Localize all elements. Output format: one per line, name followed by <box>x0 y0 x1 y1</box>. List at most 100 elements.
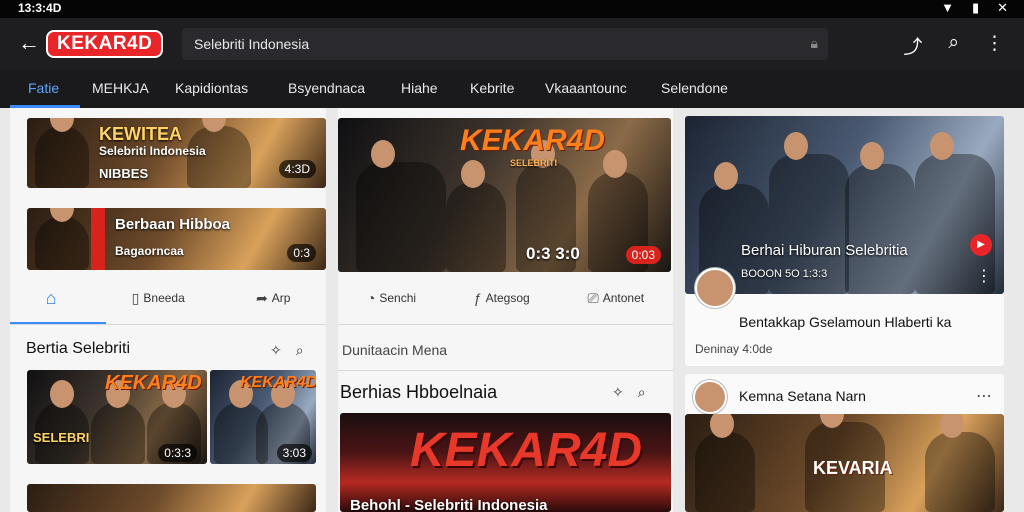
more-vert-icon[interactable]: ⋮ <box>985 32 1004 59</box>
video-duration: 4:3D <box>278 160 316 178</box>
section-actions: ✧ ⌕ <box>270 342 304 359</box>
video-duration: 0:03 <box>625 246 661 264</box>
thumb-title: Berhai Hiburan Selebritia <box>741 242 908 259</box>
thumb-meta: BOOON 5O 1:3:3 <box>741 268 828 280</box>
action-antonet[interactable]: ⎚ Antonet <box>588 290 645 307</box>
tab-5[interactable]: Kebrite <box>470 80 514 96</box>
person-image <box>925 414 995 512</box>
video-thumbnail-1[interactable]: KEWITEA Selebriti Indonesia NIBBES 4:3D <box>27 118 326 188</box>
person-image <box>845 142 915 294</box>
thumb-subtitle: SELEBRITI <box>510 158 558 168</box>
share-box-icon: ⎚ <box>587 289 599 306</box>
channel-avatar[interactable] <box>693 380 727 414</box>
tab-2[interactable]: Kapidiontas <box>175 80 248 96</box>
divider <box>338 370 673 371</box>
share-icon[interactable]: ⤴ <box>903 32 922 59</box>
search-field[interactable]: Selebriti Indonesia 🔒︎ <box>182 28 828 60</box>
search-icon[interactable]: ⌕ <box>296 342 304 359</box>
status-icons: ▼ ▮ ✕ <box>941 0 1008 16</box>
search-icon[interactable]: ⌕ <box>948 32 959 59</box>
search-text: Selebriti Indonesia <box>194 36 310 52</box>
video-duration: 0:3 <box>287 244 316 262</box>
video-thumbnail-3[interactable] <box>27 484 316 512</box>
status-time: 13:3:4D <box>18 1 62 15</box>
divider <box>10 324 326 325</box>
featured-video-thumbnail[interactable]: KEKAR4D SELEBRITI 0:3 3:0 0:03 <box>338 118 671 272</box>
section-title: Berhias Hbboelnaia <box>340 382 498 402</box>
news-thumbnail[interactable]: KEVARIA <box>685 414 1004 512</box>
video-duration: 0:3:3 <box>158 444 197 462</box>
video-thumbnail-2[interactable]: Berbaan Hibboa Bagaorncaa 0:3 <box>27 208 326 270</box>
thumb-brand: KEKAR4D <box>105 372 202 394</box>
back-arrow-icon[interactable]: ← <box>18 30 40 56</box>
app-bar: ← KEKAR4D Selebriti Indonesia 🔒︎ ⤴ ⌕ ⋮ <box>0 18 1024 70</box>
card-subcaption: Deninay 4:0de <box>695 342 773 356</box>
news-card-2[interactable]: Kemna Setana Narn ⋯ KEVARIA <box>685 374 1004 512</box>
share-icon: ➦ <box>255 289 268 306</box>
play-icon[interactable]: ▶ <box>970 234 992 256</box>
thumb-brand: KEKAR4D <box>410 424 643 477</box>
more-vert-icon[interactable]: ⋮ <box>976 266 992 286</box>
tab-3[interactable]: Bsyendnaca <box>288 80 365 96</box>
concert-video-thumbnail[interactable]: KEKAR4D Behohl - Selebriti Indonesia <box>340 413 671 512</box>
comment-icon: ◔ <box>366 290 376 306</box>
thumb-brand: KEVARIA <box>813 458 893 478</box>
thumb-title-line-1: KEWITEA <box>99 124 182 144</box>
card-caption: Bentakkap Gselamoun Hlaberti ka <box>739 314 952 330</box>
action-senchi[interactable]: ◔ Senchi <box>367 290 416 306</box>
tab-7[interactable]: Selendone <box>661 80 728 96</box>
card-title: Kemna Setana Narn <box>739 388 866 404</box>
home-icon: ⌂ <box>45 287 57 308</box>
tab-6[interactable]: Vkaaantounc <box>545 80 627 96</box>
section-title: Bertia Selebriti <box>26 340 131 357</box>
status-bar: 13:3:4D ▼ ▮ ✕ <box>0 0 1024 18</box>
thumb-title: Behohl - Selebriti Indonesia <box>350 497 548 512</box>
tab-1[interactable]: MEHKJA <box>92 80 149 96</box>
wifi-icon: ▼ <box>941 0 954 15</box>
section-actions: ✧ ⌕ <box>612 384 646 401</box>
category-tabs: Fatie MEHKJA Kapidiontas Bsyendnaca Hiah… <box>0 70 1024 108</box>
person-image <box>35 208 89 270</box>
person-image <box>695 414 755 512</box>
video-duration: 3:03 <box>276 444 312 462</box>
thumb-badge: 0:3 3:0 <box>526 244 580 263</box>
tab-4[interactable]: Hiahe <box>401 80 438 96</box>
app-bar-actions: ⤴ ⌕ ⋮ <box>903 32 1004 59</box>
feed-column-3: Berhai Hiburan Selebritia BOOON 5O 1:3:3… <box>685 108 1004 512</box>
more-horiz-icon[interactable]: ⋯ <box>976 386 992 406</box>
logo[interactable]: KEKAR4D <box>46 30 164 58</box>
divider <box>338 324 673 325</box>
person-image <box>35 118 89 188</box>
mini-thumbnail-2[interactable]: KEKAR4D 3:03 <box>210 370 316 464</box>
pin-icon[interactable]: ✧ <box>270 342 282 359</box>
thumb-brand: KEKAR4D <box>460 124 606 157</box>
person-image <box>356 140 446 272</box>
thumb-brand: KEKAR4D <box>240 374 316 391</box>
news-thumbnail[interactable]: Berhai Hiburan Selebritia BOOON 5O 1:3:3… <box>685 116 1004 294</box>
thumb-title-line-2: Selebriti Indonesia <box>99 144 206 158</box>
thumb-title-line-2: Bagaorncaa <box>115 244 184 258</box>
tab-0[interactable]: Fatie <box>28 80 59 96</box>
search-icon[interactable]: ⌕ <box>638 384 646 401</box>
pin-icon[interactable]: ✧ <box>612 384 624 401</box>
channel-avatar[interactable] <box>695 268 735 308</box>
battery-icon: ▮ <box>971 0 980 15</box>
thumb-title: SELEBRI <box>33 430 90 445</box>
thumb-title-line-3: NIBBES <box>99 166 149 181</box>
action-bar: ◔ Senchi ƒ Ategsog ⎚ Antonet <box>338 280 673 316</box>
person-image <box>446 160 506 272</box>
feed-column-1: KEWITEA Selebriti Indonesia NIBBES 4:3D … <box>10 108 326 512</box>
action-arp[interactable]: ➦ Arp <box>256 290 290 307</box>
thumb-title-line-1: Berbaan Hibboa <box>115 216 231 233</box>
action-bneeda[interactable]: ▯ Bneeda <box>132 290 185 307</box>
close-icon[interactable]: ✕ <box>997 0 1008 16</box>
home-button[interactable]: ⌂ <box>46 288 61 309</box>
news-card-1[interactable]: Berhai Hiburan Selebritia BOOON 5O 1:3:3… <box>685 116 1004 366</box>
bookmark-icon: ▯ <box>131 289 140 306</box>
person-image <box>91 380 145 464</box>
lock-icon: 🔒︎ <box>810 35 818 51</box>
action-ategsog[interactable]: ƒ Ategsog <box>474 290 530 306</box>
section-subtitle: Dunitaacin Mena <box>342 342 448 358</box>
action-bar: ⌂ ▯ Bneeda ➦ Arp <box>10 280 326 316</box>
mini-thumbnail-1[interactable]: KEKAR4D SELEBRI 0:3:3 <box>27 370 207 464</box>
